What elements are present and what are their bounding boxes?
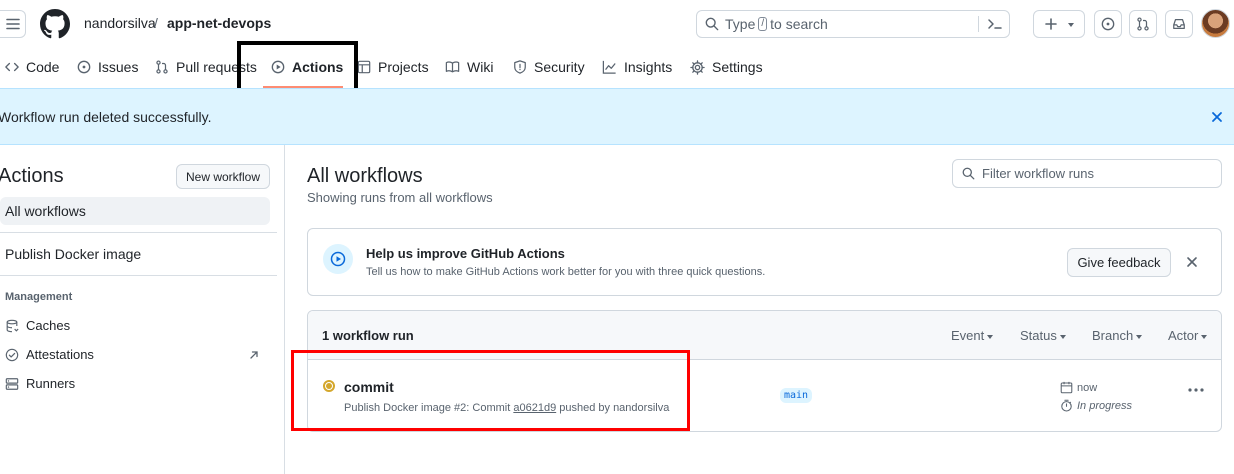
external-link-icon <box>250 351 258 359</box>
global-search-input[interactable]: Type / to search <box>696 10 1010 38</box>
sidebar-item-attestations[interactable]: Attestations <box>5 347 94 362</box>
database-icon <box>6 319 19 332</box>
gear-icon <box>690 59 705 75</box>
server-icon <box>5 377 19 390</box>
filter-status-dropdown[interactable]: Status <box>1020 328 1066 343</box>
run-time: now <box>1060 381 1097 394</box>
actions-play-icon <box>323 244 353 274</box>
issue-circle-icon <box>77 60 91 74</box>
sidebar-item-caches[interactable]: Caches <box>5 318 70 333</box>
flash-message: Workflow run deleted successfully. <box>0 109 212 125</box>
tab-issues[interactable]: Issues <box>77 52 138 82</box>
sidebar-title: Actions <box>0 165 64 187</box>
give-feedback-button[interactable]: Give feedback <box>1067 248 1171 277</box>
tab-projects[interactable]: Projects <box>357 52 429 82</box>
tab-code[interactable]: Code <box>5 52 59 82</box>
tab-wiki[interactable]: Wiki <box>445 52 493 82</box>
repo-nav-tabs: Code Issues Pull requests Actions Projec… <box>0 52 1234 88</box>
annotation-box-workflow-run <box>291 350 690 431</box>
sidebar-item-workflow[interactable]: Publish Docker image <box>5 246 141 262</box>
sidebar-item-all-workflows-label[interactable]: All workflows <box>5 203 86 219</box>
tab-insights[interactable]: Insights <box>602 52 672 82</box>
sidebar-item-runners[interactable]: Runners <box>5 376 75 391</box>
hamburger-icon <box>5 18 20 30</box>
new-workflow-button[interactable]: New workflow <box>176 164 270 189</box>
filter-branch-dropdown[interactable]: Branch <box>1092 328 1143 343</box>
runs-count: 1 workflow run <box>322 328 414 343</box>
pull-requests-button[interactable] <box>1129 10 1157 38</box>
breadcrumb-separator: / <box>154 15 158 31</box>
banner-subtitle: Tell us how to make GitHub Actions work … <box>366 266 766 278</box>
issue-circle-icon <box>1101 17 1115 31</box>
chevron-down-icon <box>1068 23 1074 27</box>
inbox-icon <box>1173 19 1185 29</box>
feedback-banner: Help us improve GitHub Actions Tell us h… <box>307 228 1222 296</box>
sidebar-section-heading: Management <box>5 291 73 303</box>
pull-request-icon <box>1137 17 1149 31</box>
shield-icon <box>514 60 526 74</box>
page-subtitle: Showing runs from all workflows <box>307 190 493 205</box>
pull-request-icon <box>156 60 168 74</box>
tab-settings[interactable]: Settings <box>690 52 763 82</box>
filter-event-dropdown[interactable]: Event <box>951 328 994 343</box>
search-placeholder: Type / to search <box>725 16 828 32</box>
book-icon <box>445 61 460 73</box>
run-duration: In progress <box>1060 399 1132 412</box>
more-options-icon[interactable] <box>1187 387 1205 393</box>
verified-icon <box>5 348 19 361</box>
filter-actor-dropdown[interactable]: Actor <box>1168 328 1208 343</box>
inbox-button[interactable] <box>1165 10 1193 38</box>
page-title: All workflows <box>307 165 423 187</box>
sidebar-divider <box>0 275 277 276</box>
code-icon <box>5 62 19 72</box>
calendar-icon <box>1060 381 1073 394</box>
branch-label[interactable]: main <box>780 388 813 403</box>
filter-runs-input[interactable]: Filter workflow runs <box>952 159 1222 188</box>
github-logo-icon[interactable] <box>40 9 70 39</box>
issues-button[interactable] <box>1094 10 1122 38</box>
search-shortcut-key: / <box>758 17 768 31</box>
create-new-button[interactable] <box>1033 10 1085 38</box>
table-icon <box>357 60 371 74</box>
close-icon[interactable] <box>1185 255 1199 269</box>
chevron-down-icon <box>1201 334 1208 339</box>
graph-icon <box>602 60 616 74</box>
plus-icon <box>1045 18 1057 30</box>
search-icon <box>705 17 719 31</box>
flash-notice: Workflow run deleted successfully. <box>0 88 1234 145</box>
search-icon <box>962 167 975 180</box>
tab-security[interactable]: Security <box>513 52 585 82</box>
stopwatch-icon <box>1061 399 1072 412</box>
command-palette-icon[interactable] <box>987 16 1003 32</box>
layout-divider <box>284 145 285 474</box>
sidebar-divider <box>0 232 277 233</box>
breadcrumb-repo[interactable]: app-net-devops <box>167 15 271 31</box>
chevron-down-icon <box>1059 334 1066 339</box>
chevron-down-icon <box>1136 334 1143 339</box>
chevron-down-icon <box>987 334 994 339</box>
banner-title: Help us improve GitHub Actions <box>366 246 565 261</box>
breadcrumb-owner[interactable]: nandorsilva <box>84 15 156 31</box>
user-avatar[interactable] <box>1201 9 1230 38</box>
top-header: nandorsilva / app-net-devops Type / to sea… <box>0 0 1234 48</box>
menu-button[interactable] <box>0 10 26 38</box>
close-icon[interactable] <box>1210 110 1224 124</box>
